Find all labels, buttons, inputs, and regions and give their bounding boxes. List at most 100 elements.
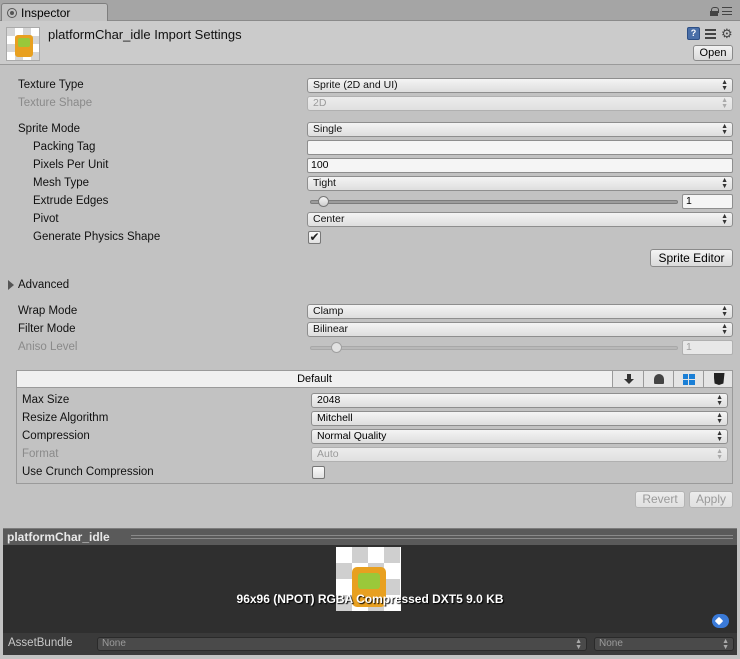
header-tools: ? ⚙ [687,27,734,40]
slider-knob [331,342,342,353]
dropdown-arrows-icon: ▲ ▼ [721,213,728,226]
physics-shape-row: Generate Physics Shape ✔ [0,229,740,246]
texture-shape-row: Texture Shape 2D ▲ ▼ [0,95,740,112]
sprite-mode-row: Sprite Mode Single ▲ ▼ [0,121,740,138]
resize-algorithm-value: Mitchell [317,412,353,424]
pixels-per-unit-input[interactable]: 100 [307,158,733,173]
packing-tag-label: Packing Tag [33,141,96,153]
assetbundle-name-dropdown[interactable]: None ▲ ▼ [97,637,587,651]
max-size-label: Max Size [22,394,70,406]
open-button[interactable]: Open [693,45,733,61]
dropdown-arrows-icon: ▲ ▼ [716,448,723,461]
preview-title: platformChar_idle [7,530,114,544]
tab-menu-icon[interactable] [722,7,732,15]
dropdown-arrows-icon: ▲ ▼ [716,430,723,443]
texture-thumbnail [6,27,40,61]
pixels-per-unit-label: Pixels Per Unit [33,159,109,171]
wrap-mode-dropdown[interactable]: Clamp ▲ ▼ [307,304,733,319]
tab-inspector-label: Inspector [21,6,71,20]
physics-shape-checkbox[interactable]: ✔ [308,231,321,244]
physics-shape-label: Generate Physics Shape [33,231,161,243]
pivot-label: Pivot [33,213,59,225]
sprite-mode-value: Single [313,123,343,135]
foldout-arrow-icon[interactable] [8,280,14,290]
dropdown-arrows-icon: ▲ ▼ [722,638,729,651]
dropdown-arrows-icon: ▲ ▼ [721,305,728,318]
crunch-label: Use Crunch Compression [22,466,154,478]
preview-header[interactable]: platformChar_idle [3,528,737,545]
advanced-row[interactable]: Advanced [0,277,740,294]
mesh-type-dropdown[interactable]: Tight ▲ ▼ [307,176,733,191]
compression-label: Compression [22,430,90,442]
extrude-edges-slider[interactable] [310,196,678,207]
texture-shape-dropdown: 2D ▲ ▼ [307,96,733,111]
tab-bar: Inspector [0,0,740,22]
pivot-dropdown[interactable]: Center ▲ ▼ [307,212,733,227]
packing-tag-input[interactable] [307,140,733,155]
tab-webgl[interactable] [704,371,734,387]
inspector-icon [7,8,17,18]
assetbundle-label: AssetBundle [8,637,73,649]
aniso-level-slider [310,342,678,353]
tab-windows[interactable] [674,371,704,387]
resize-grip[interactable] [131,535,733,539]
dropdown-arrows-icon: ▲ ▼ [721,79,728,92]
html5-icon [713,373,725,385]
tab-default[interactable]: Default [17,371,613,387]
texture-shape-label: Texture Shape [18,97,93,109]
aniso-level-input: 1 [682,340,733,355]
resize-algorithm-label: Resize Algorithm [22,412,109,424]
dropdown-arrows-icon: ▲ ▼ [575,638,582,651]
resize-algorithm-dropdown[interactable]: Mitchell ▲ ▼ [311,411,728,426]
page-title: platformChar_idle Import Settings [48,27,242,42]
inspector-header: platformChar_idle Import Settings ? ⚙ Op… [0,21,740,65]
sprite-editor-button[interactable]: Sprite Editor [650,249,733,267]
presets-icon[interactable] [704,27,717,40]
compression-dropdown[interactable]: Normal Quality ▲ ▼ [311,429,728,444]
platform-tabs: Default [17,371,732,388]
pixels-per-unit-row: Pixels Per Unit 100 [0,157,740,174]
extrude-edges-label: Extrude Edges [33,195,109,207]
slider-knob[interactable] [318,196,329,207]
texture-type-row: Texture Type Sprite (2D and UI) ▲ ▼ [0,77,740,94]
texture-type-dropdown[interactable]: Sprite (2D and UI) ▲ ▼ [307,78,733,93]
gear-icon[interactable]: ⚙ [721,27,734,40]
format-dropdown: Auto ▲ ▼ [311,447,728,462]
apply-button[interactable]: Apply [689,491,733,508]
assetbundle-variant-value: None [599,638,623,649]
filter-mode-label: Filter Mode [18,323,76,335]
revert-button[interactable]: Revert [635,491,685,508]
dropdown-arrows-icon: ▲ ▼ [716,394,723,407]
texture-type-label: Texture Type [18,79,84,91]
max-size-value: 2048 [317,394,341,406]
packing-tag-row: Packing Tag [0,139,740,156]
assetbundle-variant-dropdown[interactable]: None ▲ ▼ [594,637,734,651]
dropdown-arrows-icon: ▲ ▼ [721,323,728,336]
preview-area: 96x96 (NPOT) RGBA Compressed DXT5 9.0 KB [3,545,737,633]
android-icon [653,374,664,384]
sprite-mode-dropdown[interactable]: Single ▲ ▼ [307,122,733,137]
max-size-dropdown[interactable]: 2048 ▲ ▼ [311,393,728,408]
extrude-edges-input[interactable]: 1 [682,194,733,209]
advanced-label[interactable]: Advanced [18,279,69,291]
tab-tools [710,7,732,16]
tab-standalone[interactable] [614,371,644,387]
filter-mode-row: Filter Mode Bilinear ▲ ▼ [0,321,740,338]
dropdown-arrows-icon: ▲ ▼ [721,123,728,136]
crunch-checkbox[interactable] [312,466,325,479]
wrap-mode-row: Wrap Mode Clamp ▲ ▼ [0,303,740,320]
extrude-edges-row: Extrude Edges 1 [0,193,740,210]
filter-mode-value: Bilinear [313,323,349,335]
tab-inspector[interactable]: Inspector [1,3,108,22]
tab-android[interactable] [644,371,674,387]
pivot-value: Center [313,213,345,225]
texture-type-value: Sprite (2D and UI) [313,79,398,91]
assetbundle-bar: AssetBundle None ▲ ▼ None ▲ ▼ [3,633,737,655]
mesh-type-label: Mesh Type [33,177,90,189]
help-icon[interactable]: ? [687,27,700,40]
texture-shape-value: 2D [313,97,327,109]
asset-label-icon[interactable] [712,614,729,628]
filter-mode-dropdown[interactable]: Bilinear ▲ ▼ [307,322,733,337]
lock-icon[interactable] [710,7,719,16]
sprite-mode-label: Sprite Mode [18,123,81,135]
